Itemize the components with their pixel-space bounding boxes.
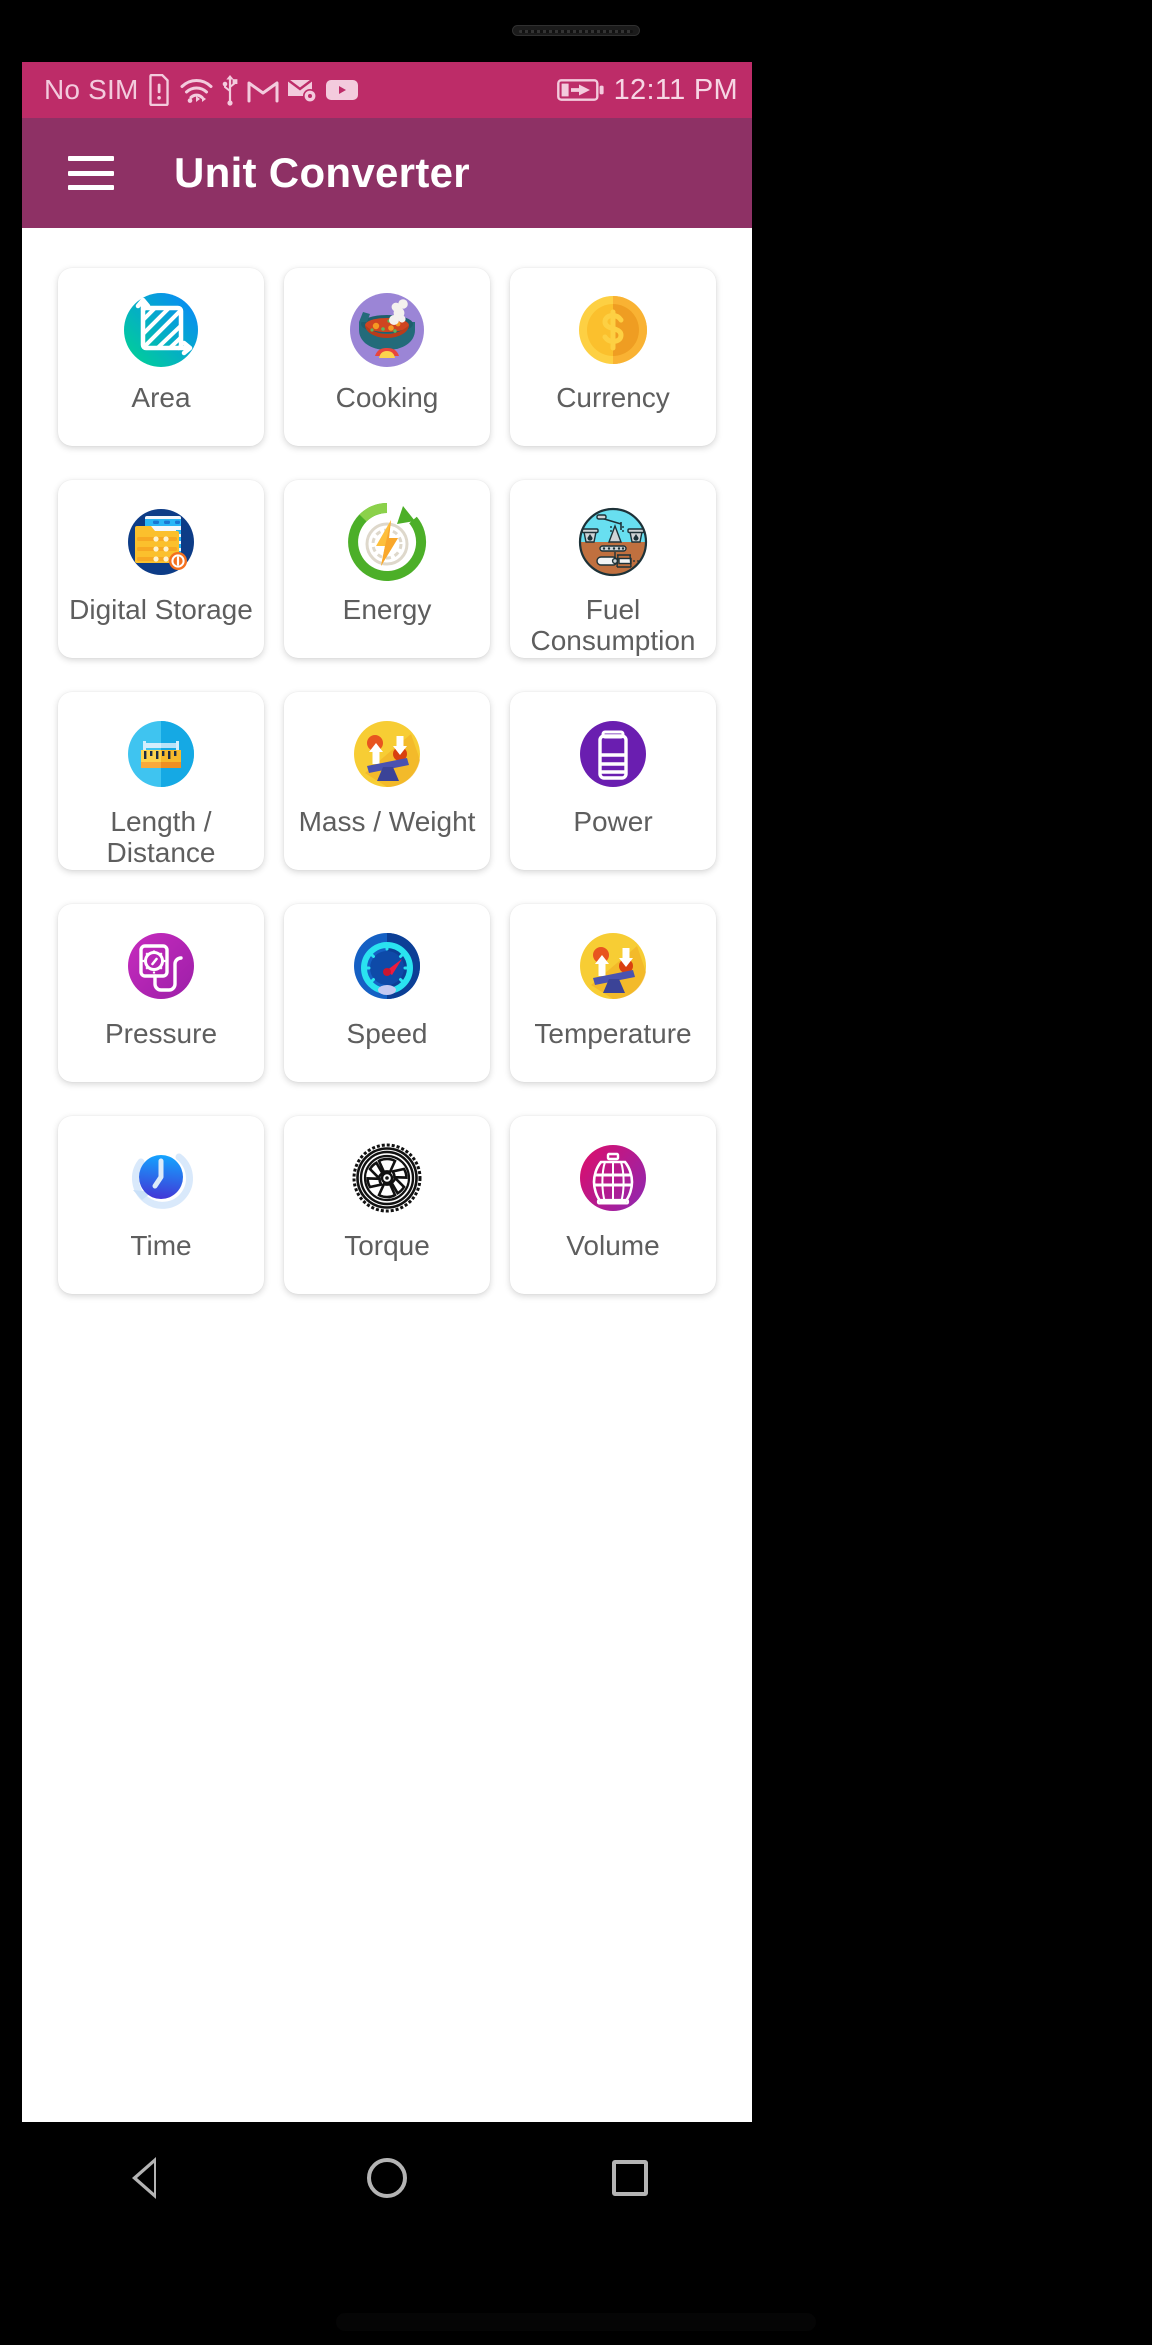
converter-card-digital-storage[interactable]: Digital Storage [58, 480, 264, 658]
converter-card-temperature[interactable]: Temperature [510, 904, 716, 1082]
usb-icon [222, 75, 237, 106]
converter-card-mass-weight[interactable]: Mass / Weight [284, 692, 490, 870]
converter-card-label: Cooking [335, 382, 439, 413]
converter-card-label: Length / Distance [106, 806, 216, 869]
converter-card-speed[interactable]: Speed [284, 904, 490, 1082]
converter-card-fuel-consumption[interactable]: Fuel Consumption [510, 480, 716, 658]
converter-card-label: Volume [566, 1230, 660, 1261]
converter-card-label: Temperature [534, 1018, 692, 1049]
area-icon [119, 288, 203, 372]
wifi-icon [180, 78, 213, 103]
battery-icon [571, 712, 655, 796]
back-triangle-icon[interactable] [99, 2133, 189, 2223]
android-nav-bar [22, 2122, 752, 2234]
speedometer-icon [345, 924, 429, 1008]
converter-card-area[interactable]: Area [58, 268, 264, 446]
energy-bolt-icon [345, 500, 429, 584]
converter-card-label: Area [131, 382, 191, 413]
converter-card-volume[interactable]: Volume [510, 1116, 716, 1294]
tire-wheel-icon [345, 1136, 429, 1220]
app-bar: Unit Converter [22, 118, 752, 228]
converter-grid-container: Area Cooking Currency Digital Storage En… [22, 228, 752, 2122]
sim-card-alert-icon [148, 74, 169, 106]
battery-charging-icon [556, 79, 604, 101]
converter-card-label: Currency [556, 382, 670, 413]
converter-card-length-distance[interactable]: Length / Distance [58, 692, 264, 870]
converter-card-label: Torque [344, 1230, 430, 1261]
balance-scale-icon [571, 924, 655, 1008]
converter-card-label: Digital Storage [69, 594, 253, 625]
fuel-pump-jack-icon [571, 500, 655, 584]
email-settings-icon [286, 79, 317, 103]
gmail-icon [247, 81, 279, 103]
cooking-pot-icon [345, 288, 429, 372]
phone-screen: No SIM 12:11 PM Unit Converter Area Cook… [22, 62, 752, 2122]
barrel-icon [571, 1136, 655, 1220]
currency-coin-icon [571, 288, 655, 372]
converter-card-label: Power [573, 806, 653, 837]
converter-card-torque[interactable]: Torque [284, 1116, 490, 1294]
converter-card-cooking[interactable]: Cooking [284, 268, 490, 446]
pressure-gauge-icon [119, 924, 203, 1008]
earpiece-speaker [512, 25, 640, 36]
converter-card-energy[interactable]: Energy [284, 480, 490, 658]
converter-card-label: Energy [342, 594, 432, 625]
converter-card-label: Speed [346, 1018, 428, 1049]
converter-card-label: Fuel Consumption [530, 594, 696, 657]
ruler-icon [119, 712, 203, 796]
converter-card-currency[interactable]: Currency [510, 268, 716, 446]
recents-square-icon[interactable] [585, 2133, 675, 2223]
carrier-label: No SIM [44, 74, 139, 105]
converter-card-pressure[interactable]: Pressure [58, 904, 264, 1082]
converter-card-power[interactable]: Power [510, 692, 716, 870]
status-bar-clock: 12:11 PM [613, 73, 738, 106]
converter-card-time[interactable]: Time [58, 1116, 264, 1294]
clock-refresh-icon [119, 1136, 203, 1220]
converter-card-label: Pressure [104, 1018, 218, 1049]
phone-device: No SIM 12:11 PM Unit Converter Area Cook… [0, 0, 1152, 2345]
converter-card-label: Time [130, 1230, 192, 1261]
converter-grid: Area Cooking Currency Digital Storage En… [58, 268, 716, 1294]
balance-scale-icon [345, 712, 429, 796]
home-circle-icon[interactable] [342, 2133, 432, 2223]
youtube-icon [325, 80, 358, 100]
status-bar: No SIM 12:11 PM [22, 62, 752, 118]
bottom-bezel [0, 2234, 1152, 2345]
hamburger-menu-icon[interactable] [68, 156, 114, 190]
digital-storage-icon [119, 500, 203, 584]
page-title: Unit Converter [174, 149, 470, 196]
converter-card-label: Mass / Weight [298, 806, 476, 837]
